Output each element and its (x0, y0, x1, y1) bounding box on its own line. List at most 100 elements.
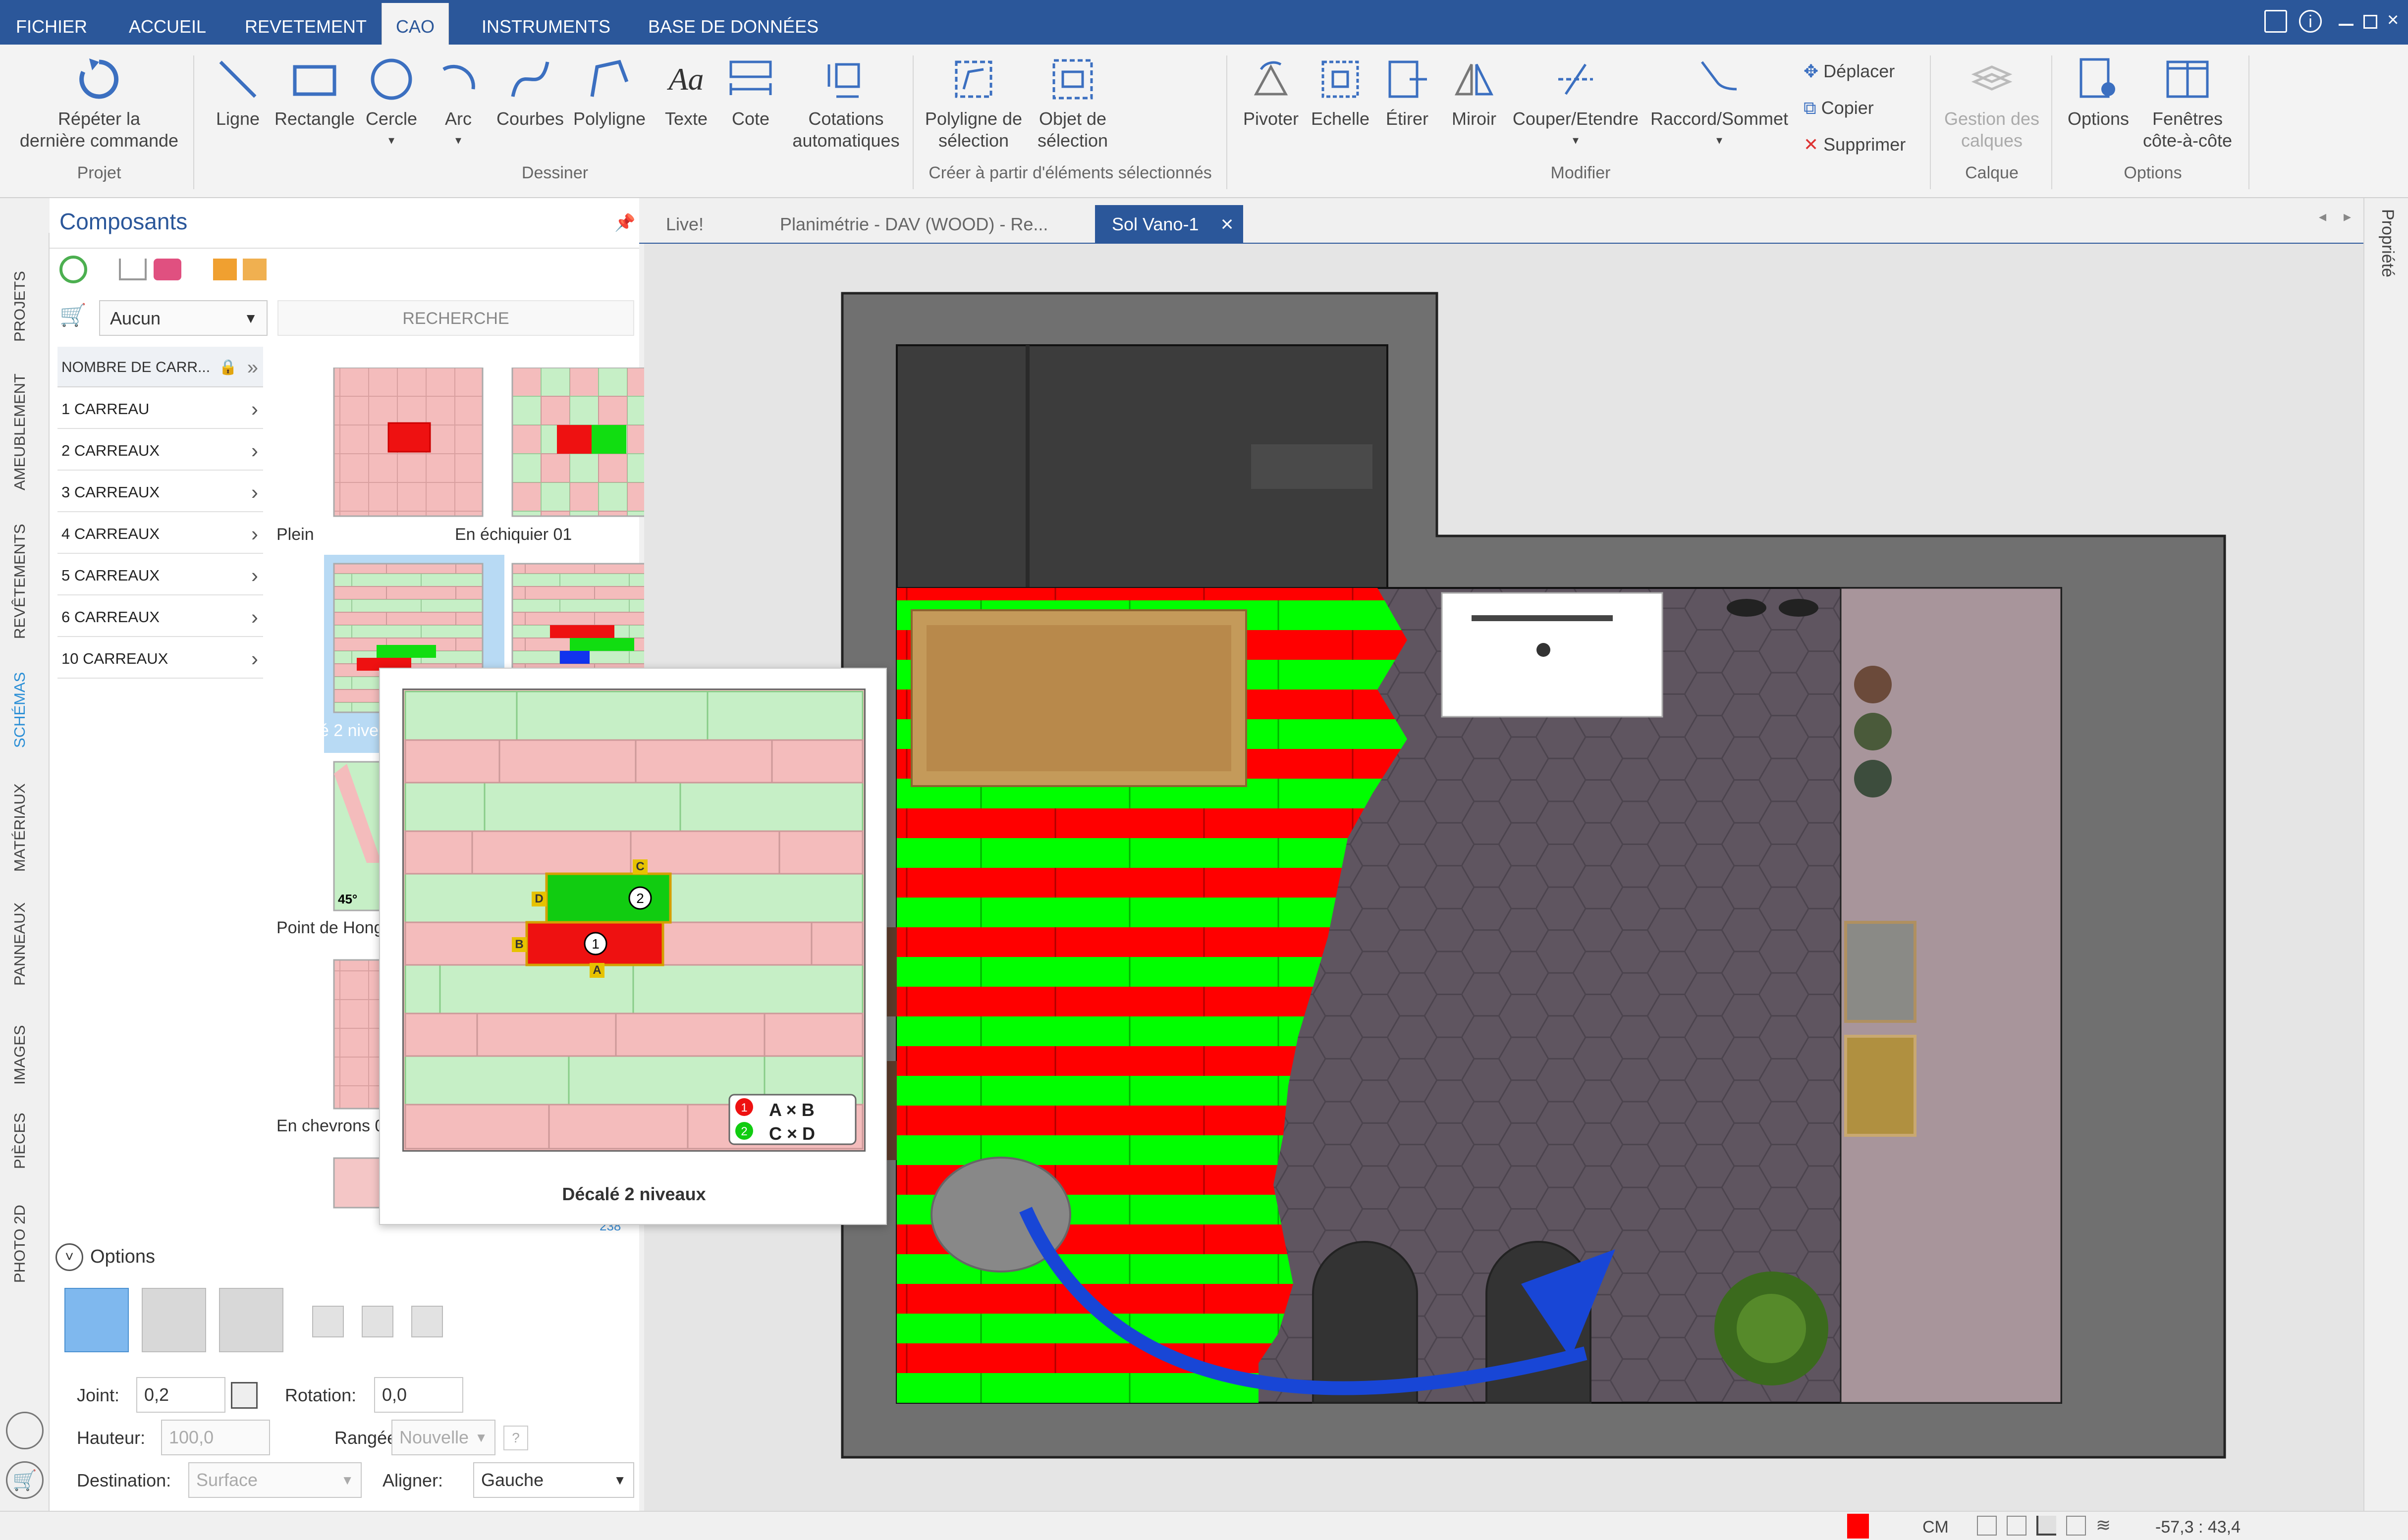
cotations-automatiques-button[interactable]: Cotations automatiques (785, 54, 907, 152)
ligne-button[interactable]: Ligne (206, 54, 270, 130)
lay-mode-building-icon[interactable] (219, 1288, 283, 1352)
help-button[interactable]: ? (503, 1426, 528, 1450)
category-item[interactable]: 10 CARREAUX › (57, 638, 263, 679)
category-item[interactable]: 6 CARREAUX › (57, 596, 263, 637)
arc-dropdown-icon[interactable]: ▾ (429, 130, 488, 152)
category-item[interactable]: 3 CARREAUX › (57, 472, 263, 512)
rangee-dropdown[interactable]: Nouvelle ▼ (391, 1420, 495, 1455)
hauteur-input[interactable]: 100,0 (161, 1420, 270, 1455)
floor-plan[interactable] (644, 244, 2363, 1512)
doc-tab-live[interactable]: Live! (649, 205, 720, 244)
raccord-sommet-button[interactable]: Raccord/Sommet ▾ (1647, 54, 1791, 152)
object-snap-icon[interactable] (2066, 1516, 2086, 1536)
courbes-button[interactable]: Courbes (493, 54, 567, 130)
tool-icon-2[interactable] (362, 1306, 393, 1337)
toilet[interactable] (1312, 1241, 1418, 1404)
close-tab-icon[interactable]: × (1221, 205, 1234, 244)
fenetres-cote-a-cote-button[interactable]: Fenêtres côte-à-côte (2140, 54, 2235, 152)
raccord-dropdown-icon[interactable]: ▾ (1647, 130, 1791, 152)
shoes-icon[interactable] (1779, 599, 1818, 617)
minimize-icon[interactable] (2339, 24, 2353, 26)
grid-icon[interactable] (2007, 1516, 2026, 1536)
cercle-dropdown-icon[interactable]: ▾ (359, 130, 424, 152)
deplacer-button[interactable]: ✥ Déplacer (1804, 60, 1895, 82)
couper-etendre-button[interactable]: Couper/Etendre ▾ (1509, 54, 1642, 152)
cart-circle-icon[interactable]: 🛒 (6, 1461, 44, 1499)
couper-dropdown-icon[interactable]: ▾ (1509, 130, 1642, 152)
side-tab-projets[interactable]: PROJETS (11, 271, 29, 342)
category-item[interactable]: 2 CARREAUX › (57, 430, 263, 471)
polyligne-button[interactable]: Polyligne (570, 54, 649, 130)
basket-gray[interactable] (1844, 921, 1916, 1023)
pin-icon[interactable]: 📌 (614, 213, 635, 233)
refresh-icon[interactable] (59, 256, 87, 283)
texte-button[interactable]: Aa Texte (654, 54, 718, 130)
lay-mode-frame-icon[interactable] (142, 1288, 206, 1352)
plant-icon[interactable] (1854, 713, 1892, 750)
properties-panel[interactable]: Propriété (2363, 198, 2408, 1516)
side-tab-images[interactable]: IMAGES (11, 1025, 29, 1085)
side-tab-photo-2d[interactable]: PHOTO 2D (11, 1205, 29, 1283)
miroir-button[interactable]: Miroir (1442, 54, 1506, 130)
menu-tab-base-de-donnees[interactable]: BASE DE DONNÉES (634, 0, 832, 45)
side-tab-panneaux[interactable]: PANNEAUX (11, 903, 29, 986)
properties-tab[interactable]: Propriété (2378, 209, 2397, 277)
plant-icon[interactable] (1854, 760, 1892, 797)
side-tab-revetements[interactable]: REVÊTEMENTS (11, 524, 29, 639)
cloud-icon[interactable] (6, 1412, 44, 1449)
arc-button[interactable]: Arc ▾ (429, 54, 488, 152)
drawing-canvas[interactable] (644, 244, 2363, 1512)
polyligne-selection-button[interactable]: Polyligne de sélection (922, 54, 1026, 152)
shoes-icon[interactable] (1727, 599, 1766, 617)
rectangle-button[interactable]: Rectangle (273, 54, 357, 130)
gestion-calques-button[interactable]: Gestion des calques (1940, 54, 2044, 152)
copier-button[interactable]: ⧉ Copier (1804, 97, 1874, 119)
aligner-dropdown[interactable]: Gauche ▼ (473, 1462, 634, 1498)
search-input[interactable]: RECHERCHE (277, 300, 634, 336)
options-button[interactable]: Options (2061, 54, 2135, 130)
tabs-scroll-right-icon[interactable]: ▸ (2344, 208, 2351, 225)
brush-icon[interactable] (154, 259, 181, 280)
category-item[interactable]: 4 CARREAUX › (57, 513, 263, 554)
help-icon[interactable] (2264, 10, 2287, 33)
objet-selection-button[interactable]: Objet de sélection (1031, 54, 1115, 152)
echelle-button[interactable]: Echelle (1306, 54, 1375, 130)
joint-color-swatch[interactable] (231, 1382, 258, 1409)
tool-icon-1[interactable] (312, 1306, 344, 1337)
close-window-icon[interactable]: × (2387, 9, 2399, 31)
menu-tab-cao[interactable]: CAO (382, 3, 449, 45)
category-item[interactable]: 5 CARREAUX › (57, 555, 263, 595)
wifi-icon[interactable]: ≋ (2096, 1515, 2111, 1536)
side-tab-ameublement[interactable]: AMEUBLEMENT (11, 373, 29, 490)
pivoter-button[interactable]: Pivoter (1239, 54, 1303, 130)
snap-grid-icon[interactable] (1977, 1516, 1997, 1536)
tool-icon-3[interactable] (411, 1306, 443, 1337)
supplier-dropdown[interactable]: Aucun ▼ (99, 300, 268, 336)
menu-tab-revetement[interactable]: REVETEMENT (231, 0, 381, 45)
double-chevron-icon[interactable]: » (247, 347, 258, 388)
etirer-button[interactable]: Étirer (1377, 54, 1437, 130)
side-tab-schemas[interactable]: SCHÉMAS (11, 672, 29, 748)
basket-gold[interactable] (1844, 1035, 1916, 1137)
doc-tab-sol-vano[interactable]: Sol Vano-1 × (1095, 205, 1244, 244)
rotation-input[interactable]: 0,0 (374, 1377, 463, 1413)
menu-tab-fichier[interactable]: FICHIER (2, 0, 101, 45)
destination-dropdown[interactable]: Surface ▼ (188, 1462, 362, 1498)
furniture-block[interactable] (1251, 444, 1372, 489)
cote-button[interactable]: Cote (721, 54, 780, 130)
cart-add-icon[interactable] (119, 259, 147, 280)
menu-tab-instruments[interactable]: INSTRUMENTS (468, 0, 624, 45)
unit-label[interactable]: CM (1922, 1518, 1949, 1537)
sink-cabinet[interactable] (1441, 592, 1663, 718)
side-tab-pieces[interactable]: PIÈCES (11, 1113, 29, 1169)
cercle-button[interactable]: Cercle ▾ (359, 54, 424, 152)
folder-icon[interactable] (213, 259, 237, 280)
doc-tab-planimetrie[interactable]: Planimétrie - DAV (WOOD) - Re... (763, 205, 1065, 244)
joint-input[interactable]: 0,2 (136, 1377, 225, 1413)
restore-icon[interactable] (2363, 15, 2377, 29)
repeat-last-command-button[interactable]: Répéter la dernière commande (10, 54, 188, 152)
folder2-icon[interactable] (243, 259, 267, 280)
info-icon[interactable]: i (2299, 10, 2322, 33)
lock-icon[interactable]: 🔒 (219, 347, 237, 388)
supprimer-button[interactable]: ✕ Supprimer (1804, 134, 1906, 156)
